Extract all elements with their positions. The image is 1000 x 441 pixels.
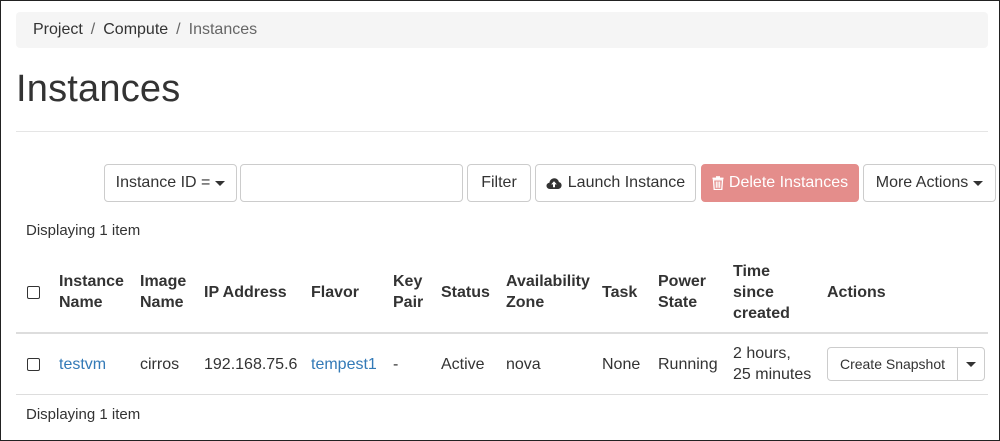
header-line: Instance xyxy=(59,273,124,290)
header-line: Name xyxy=(59,294,103,311)
header-line: created xyxy=(733,305,790,322)
row-actions-dropdown-toggle[interactable] xyxy=(958,348,984,380)
trash-icon xyxy=(712,176,724,190)
column-header-power-state[interactable]: Power State xyxy=(658,271,706,313)
flavor-link[interactable]: tempest1 xyxy=(311,354,377,375)
filter-button[interactable]: Filter xyxy=(467,164,531,202)
launch-instance-button[interactable]: Launch Instance xyxy=(535,164,696,202)
status-cell: Active xyxy=(441,356,485,373)
column-header-availability-zone[interactable]: Availability Zone xyxy=(506,271,590,313)
image-name-cell: cirros xyxy=(140,356,180,373)
more-actions-label: More Actions xyxy=(875,174,969,191)
page-title: Instances xyxy=(16,68,181,110)
header-line: Pair xyxy=(393,294,424,311)
delete-instances-label: Delete Instances xyxy=(728,174,849,191)
caret-down-icon xyxy=(966,361,976,367)
create-snapshot-label: Create Snapshot xyxy=(839,356,946,372)
table-row-divider xyxy=(16,394,988,395)
time-since-created-cell: 2 hours, 25 minutes xyxy=(733,343,811,385)
breadcrumb-compute[interactable]: Compute xyxy=(103,21,168,39)
create-snapshot-button[interactable]: Create Snapshot xyxy=(828,348,958,380)
header-line: Availability xyxy=(506,273,590,290)
breadcrumb-project[interactable]: Project xyxy=(33,21,83,39)
instance-name-link[interactable]: testvm xyxy=(59,354,106,375)
launch-instance-label: Launch Instance xyxy=(567,174,686,191)
cloud-upload-icon xyxy=(546,177,562,190)
header-line: Task xyxy=(602,284,638,301)
header-line: State xyxy=(658,294,698,311)
breadcrumb-separator: / xyxy=(176,21,181,38)
more-actions-button[interactable]: More Actions xyxy=(863,164,996,202)
header-line: IP Address xyxy=(204,284,287,301)
column-header-flavor[interactable]: Flavor xyxy=(311,282,359,303)
column-header-instance-name[interactable]: Instance Name xyxy=(59,271,124,313)
column-header-task[interactable]: Task xyxy=(602,282,637,303)
filter-field-dropdown[interactable]: Instance ID = xyxy=(104,164,237,202)
item-count-bottom: Displaying 1 item xyxy=(26,406,141,423)
table-header-divider xyxy=(16,332,988,334)
time-line: 2 hours, xyxy=(733,345,791,362)
select-all-checkbox[interactable] xyxy=(27,286,40,299)
column-header-actions: Actions xyxy=(827,282,886,303)
column-header-time-since-created[interactable]: Time since created xyxy=(733,261,790,324)
header-line: Name xyxy=(140,294,184,311)
header-line: Status xyxy=(441,284,490,301)
task-cell: None xyxy=(602,356,641,373)
header-line: since xyxy=(733,284,774,301)
column-header-image-name[interactable]: Image Name xyxy=(140,271,186,313)
header-line: Image xyxy=(140,273,187,290)
filter-input[interactable] xyxy=(240,164,463,202)
header-line: Flavor xyxy=(311,284,360,301)
filter-button-label: Filter xyxy=(481,174,517,191)
header-line: Power xyxy=(658,273,707,290)
column-header-status[interactable]: Status xyxy=(441,282,490,303)
header-line: Zone xyxy=(506,294,545,311)
filter-field-label: Instance ID = xyxy=(115,174,211,191)
breadcrumb-separator: / xyxy=(90,21,96,38)
breadcrumb: Project / Compute / Instances xyxy=(16,12,988,48)
ip-address-cell: 192.168.75.6 xyxy=(204,356,298,373)
row-select-checkbox[interactable] xyxy=(27,358,40,371)
key-pair-cell: - xyxy=(393,356,399,373)
header-line: Actions xyxy=(827,284,886,301)
header-line: Time xyxy=(733,263,771,280)
availability-zone-cell: nova xyxy=(506,356,541,373)
title-divider xyxy=(16,131,988,132)
caret-down-icon xyxy=(215,180,226,186)
caret-down-icon xyxy=(973,180,984,186)
row-actions-button-group: Create Snapshot xyxy=(827,347,985,381)
column-header-key-pair[interactable]: Key Pair xyxy=(393,271,423,313)
power-state-cell: Running xyxy=(658,356,718,373)
column-header-ip-address[interactable]: IP Address xyxy=(204,282,287,303)
header-line: Key xyxy=(393,273,423,290)
breadcrumb-current: Instances xyxy=(188,21,258,38)
time-line: 25 minutes xyxy=(733,366,812,383)
delete-instances-button[interactable]: Delete Instances xyxy=(701,164,859,202)
item-count-top: Displaying 1 item xyxy=(26,222,141,239)
